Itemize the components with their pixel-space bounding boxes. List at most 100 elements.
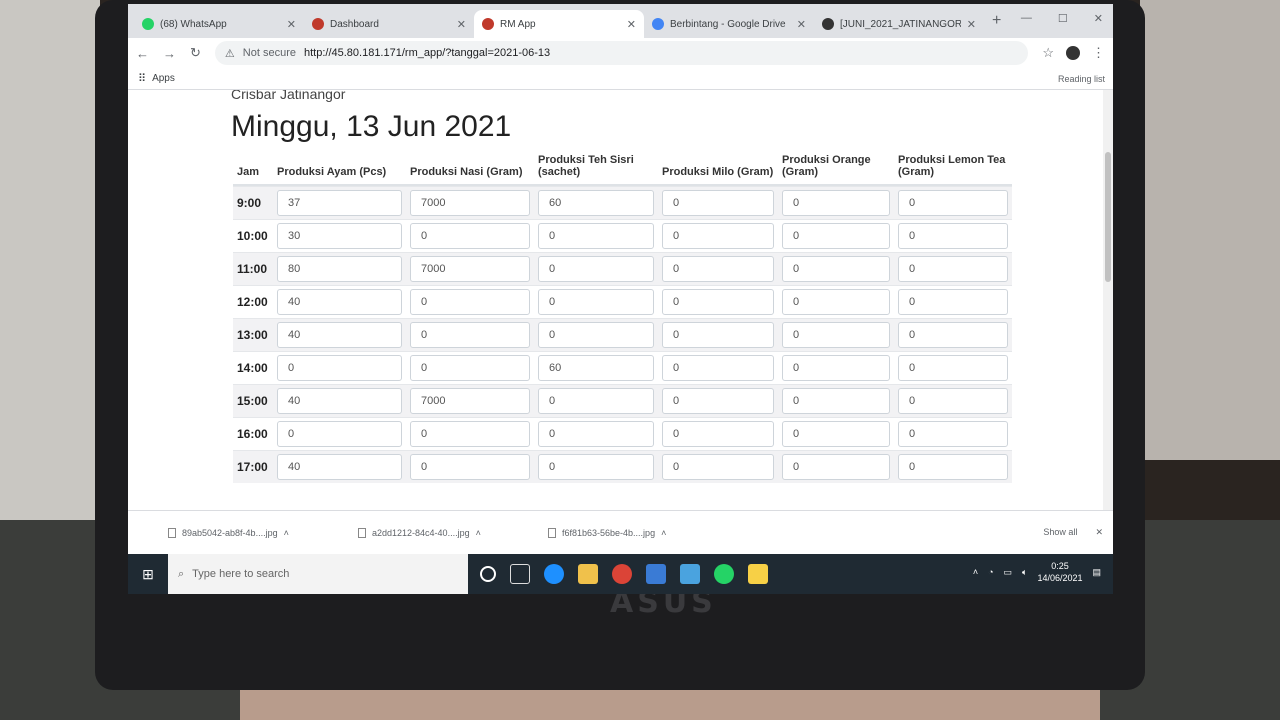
- nasi-input[interactable]: 0: [410, 223, 530, 249]
- ayam-input[interactable]: 40: [277, 454, 402, 480]
- orange-input[interactable]: 0: [782, 454, 890, 480]
- edge-icon[interactable]: [544, 564, 564, 584]
- nasi-input[interactable]: 7000: [410, 190, 530, 216]
- ayam-input[interactable]: 40: [277, 388, 402, 414]
- ayam-input[interactable]: 40: [277, 322, 402, 348]
- tab-rm-app[interactable]: RM App ✕: [474, 10, 644, 38]
- tab-google-drive[interactable]: Berbintang - Google Drive ✕: [644, 10, 814, 38]
- teh-input[interactable]: 0: [538, 322, 654, 348]
- minimize-icon[interactable]: —: [1021, 12, 1032, 25]
- teh-input[interactable]: 0: [538, 388, 654, 414]
- orange-input[interactable]: 0: [782, 355, 890, 381]
- download-item[interactable]: 89ab5042-ab8f-4b....jpg ˄: [168, 527, 318, 538]
- milo-input[interactable]: 0: [662, 223, 774, 249]
- orange-input[interactable]: 0: [782, 223, 890, 249]
- nasi-input[interactable]: 0: [410, 289, 530, 315]
- battery-icon[interactable]: ▭: [1004, 567, 1013, 578]
- orange-input[interactable]: 0: [782, 190, 890, 216]
- lemon-input[interactable]: 0: [898, 454, 1008, 480]
- milo-input[interactable]: 0: [662, 256, 774, 282]
- orange-input[interactable]: 0: [782, 421, 890, 447]
- chevron-up-icon[interactable]: ˄: [284, 528, 289, 538]
- lemon-input[interactable]: 0: [898, 421, 1008, 447]
- orange-input[interactable]: 0: [782, 289, 890, 315]
- milo-input[interactable]: 0: [662, 355, 774, 381]
- reload-icon[interactable]: ↻: [190, 45, 201, 61]
- reading-list[interactable]: Reading list: [1058, 74, 1105, 84]
- windows-start-icon[interactable]: ⊞: [128, 554, 168, 594]
- network-icon[interactable]: ◔: [988, 567, 993, 577]
- forward-icon[interactable]: →: [163, 46, 176, 61]
- avatar[interactable]: [1066, 46, 1080, 60]
- tab-spreadsheet[interactable]: [JUNI_2021_JATINANGOR] T... ✕: [814, 10, 984, 38]
- close-icon[interactable]: ✕: [457, 18, 466, 31]
- download-item[interactable]: f6f81b63-56be-4b....jpg ˄: [548, 527, 698, 538]
- ayam-input[interactable]: 30: [277, 223, 402, 249]
- address-bar[interactable]: ⚠ Not secure http://45.80.181.171/rm_app…: [214, 41, 1029, 65]
- volume-icon[interactable]: 🔈︎: [1022, 567, 1027, 578]
- ayam-input[interactable]: 0: [277, 355, 402, 381]
- maximize-icon[interactable]: ☐: [1058, 12, 1068, 25]
- nasi-input[interactable]: 0: [410, 421, 530, 447]
- milo-input[interactable]: 0: [662, 322, 774, 348]
- whatsapp-icon[interactable]: [714, 564, 734, 584]
- nasi-input[interactable]: 7000: [410, 388, 530, 414]
- milo-input[interactable]: 0: [662, 190, 774, 216]
- mail-icon[interactable]: [680, 564, 700, 584]
- ayam-input[interactable]: 80: [277, 256, 402, 282]
- chevron-up-icon[interactable]: ˄: [476, 528, 481, 538]
- lemon-input[interactable]: 0: [898, 289, 1008, 315]
- notifications-icon[interactable]: ▤: [1092, 567, 1101, 578]
- milo-input[interactable]: 0: [662, 454, 774, 480]
- sticky-notes-icon[interactable]: [748, 564, 768, 584]
- close-icon[interactable]: ✕: [967, 18, 976, 31]
- lemon-input[interactable]: 0: [898, 223, 1008, 249]
- tab-whatsapp[interactable]: (68) WhatsApp ✕: [134, 10, 304, 38]
- orange-input[interactable]: 0: [782, 388, 890, 414]
- clock[interactable]: 0:25 14/06/2021: [1037, 560, 1082, 584]
- close-icon[interactable]: ✕: [287, 18, 296, 31]
- lemon-input[interactable]: 0: [898, 388, 1008, 414]
- file-explorer-icon[interactable]: [578, 564, 598, 584]
- milo-input[interactable]: 0: [662, 388, 774, 414]
- close-icon[interactable]: ✕: [797, 18, 806, 31]
- close-icon[interactable]: ✕: [627, 18, 636, 31]
- teh-input[interactable]: 0: [538, 256, 654, 282]
- menu-icon[interactable]: ⋮: [1092, 45, 1105, 61]
- nasi-input[interactable]: 0: [410, 322, 530, 348]
- orange-input[interactable]: 0: [782, 256, 890, 282]
- lemon-input[interactable]: 0: [898, 256, 1008, 282]
- lemon-input[interactable]: 0: [898, 355, 1008, 381]
- teh-input[interactable]: 0: [538, 289, 654, 315]
- show-all-link[interactable]: Show all: [1043, 527, 1077, 538]
- bookmark-apps[interactable]: Apps: [152, 73, 175, 84]
- tab-dashboard[interactable]: Dashboard ✕: [304, 10, 474, 38]
- chevron-up-icon[interactable]: ˄: [661, 528, 666, 538]
- chrome-icon[interactable]: [612, 564, 632, 584]
- close-window-icon[interactable]: ✕: [1094, 12, 1103, 25]
- store-icon[interactable]: [646, 564, 666, 584]
- task-view-icon[interactable]: [510, 564, 530, 584]
- scrollbar[interactable]: [1103, 90, 1113, 510]
- new-tab-button[interactable]: +: [992, 12, 1001, 30]
- chevron-up-icon[interactable]: ˄: [973, 567, 978, 577]
- milo-input[interactable]: 0: [662, 289, 774, 315]
- teh-input[interactable]: 0: [538, 421, 654, 447]
- scrollbar-thumb[interactable]: [1105, 152, 1111, 282]
- teh-input[interactable]: 60: [538, 355, 654, 381]
- nasi-input[interactable]: 7000: [410, 256, 530, 282]
- lemon-input[interactable]: 0: [898, 190, 1008, 216]
- teh-input[interactable]: 60: [538, 190, 654, 216]
- taskbar-search[interactable]: ⌕ Type here to search: [168, 554, 468, 594]
- close-icon[interactable]: ✕: [1095, 527, 1103, 538]
- download-item[interactable]: a2dd1212-84c4-40....jpg ˄: [358, 527, 508, 538]
- lemon-input[interactable]: 0: [898, 322, 1008, 348]
- nasi-input[interactable]: 0: [410, 355, 530, 381]
- back-icon[interactable]: ←: [136, 46, 149, 61]
- ayam-input[interactable]: 40: [277, 289, 402, 315]
- cortana-icon[interactable]: [480, 566, 496, 582]
- teh-input[interactable]: 0: [538, 454, 654, 480]
- star-icon[interactable]: ☆: [1042, 45, 1054, 61]
- ayam-input[interactable]: 37: [277, 190, 402, 216]
- orange-input[interactable]: 0: [782, 322, 890, 348]
